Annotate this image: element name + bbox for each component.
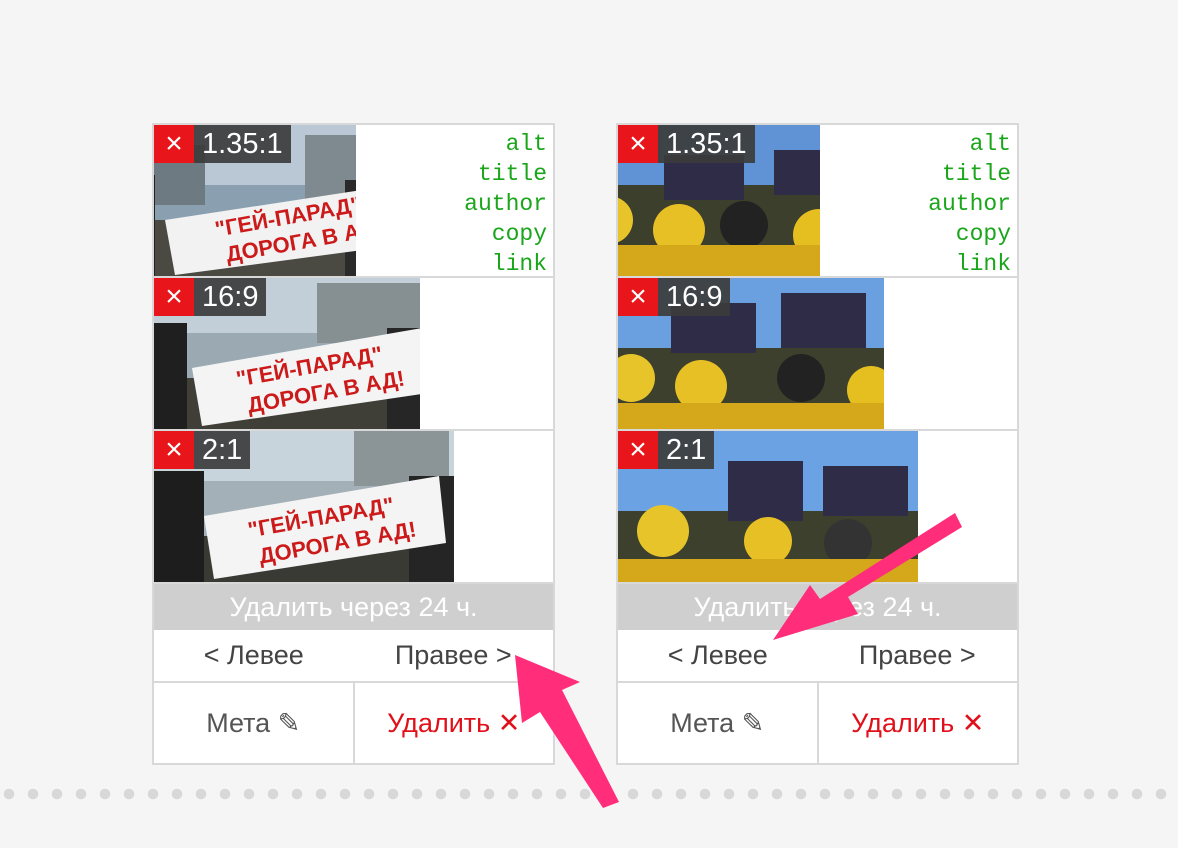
variant-badge: × 2:1 (154, 431, 251, 469)
aspect-ratio-label: 1.35:1 (658, 125, 755, 163)
variant-badge: × 1.35:1 (618, 125, 755, 163)
variant-row-16-9: × 16:9 (618, 278, 1017, 431)
card-actions: Мета ✎ Удалить ✕ (618, 683, 1017, 763)
meta-link-title[interactable]: title (464, 159, 547, 189)
image-card-2: × 1.35:1 alt title author copy link × 16… (616, 123, 1019, 765)
aspect-ratio-label: 2:1 (194, 431, 251, 469)
variant-row-1-35: "ГЕЙ-ПАРАД" ДОРОГА В АД! × 1.35:1 alt ti… (154, 125, 553, 278)
card-actions: Мета ✎ Удалить ✕ (154, 683, 553, 763)
remove-variant-button[interactable]: × (618, 278, 658, 316)
variant-row-2-1: × 2:1 (618, 431, 1017, 584)
image-card-1: "ГЕЙ-ПАРАД" ДОРОГА В АД! × 1.35:1 alt ti… (152, 123, 555, 765)
meta-links: alt title author copy link (928, 129, 1011, 276)
meta-link-link[interactable]: link (464, 249, 547, 276)
meta-link-alt[interactable]: alt (464, 129, 547, 159)
move-controls: < Левее Правее > (154, 630, 553, 683)
move-controls: < Левее Правее > (618, 630, 1017, 683)
remove-variant-button[interactable]: × (154, 431, 194, 469)
variant-badge: × 2:1 (618, 431, 715, 469)
meta-link-author[interactable]: author (464, 189, 547, 219)
move-left-button[interactable]: < Левее (154, 630, 354, 681)
meta-links: alt title author copy link (464, 129, 547, 276)
meta-edit-button[interactable]: Мета ✎ (618, 683, 819, 763)
delete-timer-notice: Удалить через 24 ч. (618, 584, 1017, 630)
variant-badge: × 16:9 (618, 278, 731, 316)
remove-variant-button[interactable]: × (618, 125, 658, 163)
remove-variant-button[interactable]: × (618, 431, 658, 469)
move-left-button[interactable]: < Левее (618, 630, 818, 681)
remove-variant-button[interactable]: × (154, 125, 194, 163)
meta-link-link[interactable]: link (928, 249, 1011, 276)
remove-variant-button[interactable]: × (154, 278, 194, 316)
meta-link-copy[interactable]: copy (928, 219, 1011, 249)
delete-timer-notice: Удалить через 24 ч. (154, 584, 553, 630)
aspect-ratio-label: 16:9 (194, 278, 267, 316)
variant-badge: × 16:9 (154, 278, 267, 316)
meta-link-title[interactable]: title (928, 159, 1011, 189)
dotted-divider (0, 787, 1178, 801)
variant-row-2-1: "ГЕЙ-ПАРАД" ДОРОГА В АД! × 2:1 (154, 431, 553, 584)
aspect-ratio-label: 1.35:1 (194, 125, 291, 163)
variant-row-16-9: "ГЕЙ-ПАРАД" ДОРОГА В АД! × 16:9 (154, 278, 553, 431)
move-right-button[interactable]: Правее > (354, 630, 554, 681)
aspect-ratio-label: 2:1 (658, 431, 715, 469)
meta-link-copy[interactable]: copy (464, 219, 547, 249)
meta-link-author[interactable]: author (928, 189, 1011, 219)
move-right-button[interactable]: Правее > (818, 630, 1018, 681)
aspect-ratio-label: 16:9 (658, 278, 731, 316)
delete-button[interactable]: Удалить ✕ (355, 683, 554, 763)
variant-row-1-35: × 1.35:1 alt title author copy link (618, 125, 1017, 278)
meta-edit-button[interactable]: Мета ✎ (154, 683, 355, 763)
meta-link-alt[interactable]: alt (928, 129, 1011, 159)
delete-button[interactable]: Удалить ✕ (819, 683, 1018, 763)
variant-badge: × 1.35:1 (154, 125, 291, 163)
